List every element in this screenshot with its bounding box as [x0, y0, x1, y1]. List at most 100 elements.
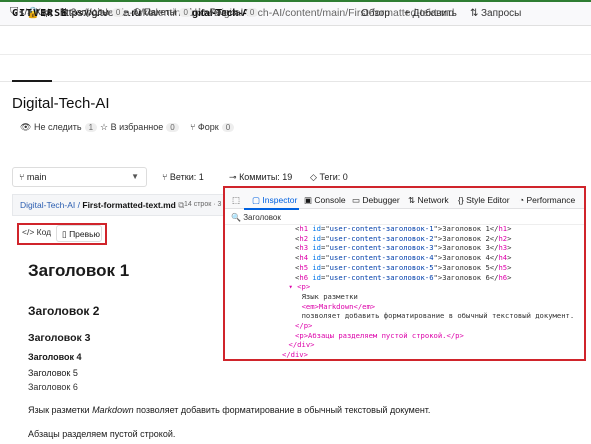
tag-icon: ◇ [310, 172, 317, 182]
dom-tree-line[interactable]: <em>Markdown</em> [302, 302, 376, 311]
dom-tree-text: ▾ <p> [288, 282, 311, 292]
tab-code[interactable]: </> Код [19, 7, 52, 18]
tag-bracket: > [507, 262, 512, 272]
branches-link[interactable]: ⑂ Ветки: 1 [162, 172, 204, 182]
attr-eq: =" [321, 253, 330, 263]
tag-text: Заголовок 4 [442, 253, 490, 263]
dom-tree-line[interactable]: <h1 id="user-content-заголовок-1">Заголо… [295, 224, 511, 233]
dom-tree-line[interactable]: Язык разметки [302, 292, 358, 301]
tag-text: Заголовок 2 [442, 233, 490, 243]
debugger-icon: ▭ [352, 195, 361, 205]
tag-bracket: "> [433, 233, 443, 243]
tag-bracket: "> [433, 253, 443, 263]
dom-tree-line[interactable]: <h5 id="user-content-заголовок-5">Заголо… [295, 263, 511, 272]
dom-tree-line[interactable]: <h4 id="user-content-заголовок-4">Заголо… [295, 253, 511, 262]
file-meta: 14 строк · 3 [184, 201, 222, 208]
tab-inspector[interactable]: ▢ Inspector [252, 195, 297, 206]
eye-icon: 👁 [20, 122, 32, 132]
file-path: Digital-Tech-AI / First-formatted-text.m… [20, 200, 185, 210]
add-button[interactable]: + Добавить [404, 8, 457, 19]
fork-button[interactable]: ⑂ Форк 0 [190, 122, 235, 132]
commits-link[interactable]: ⊸ Коммиты: 19 [229, 172, 292, 183]
tab-debugger[interactable]: ▭ Debugger [352, 195, 400, 206]
tags-link[interactable]: ◇ Теги: 0 [310, 172, 348, 183]
dom-tree-line[interactable]: <p>Абзацы разделяем пустой строкой.</p> [295, 331, 464, 340]
dom-tree-line[interactable]: <h2 id="user-content-заголовок-2">Заголо… [295, 234, 511, 243]
dom-tree-text: <p>Абзацы разделяем пустой строкой.</p> [295, 330, 464, 340]
tab-releases[interactable]: ◇ Релизы 0 [200, 7, 259, 18]
tag-text: Заголовок 3 [442, 243, 490, 253]
tag-icon: ◇ [200, 7, 208, 18]
branch-icon: ⑂ [19, 172, 25, 182]
chevron-down-icon: ▼ [131, 172, 139, 181]
tag-name: h3 [299, 243, 309, 253]
attr-name: id [308, 262, 322, 272]
dom-tree-line[interactable]: ▾ <p> [289, 282, 311, 291]
star-button[interactable]: ☆ В избранное 0 [100, 122, 179, 133]
dom-tree-line[interactable]: позволяет добавить форматирование в обыч… [302, 311, 575, 320]
attr-value: user-content-заголовок-5 [329, 262, 434, 272]
code-view-button[interactable]: </> Код [22, 227, 51, 237]
repo-tabs [0, 58, 591, 82]
tag-name: h4 [498, 253, 508, 263]
attr-value: user-content-заголовок-1 [329, 224, 434, 233]
file-path-repo-link[interactable]: Digital-Tech-AI [20, 200, 75, 210]
preview-heading-5: Заголовок 5 [28, 368, 78, 378]
commit-icon: ⊸ [229, 172, 237, 182]
network-icon: ⇅ [408, 195, 416, 205]
tag-name: h5 [299, 262, 309, 272]
preview-button[interactable]: ▯ Превью [56, 225, 102, 242]
dom-tree-line[interactable]: </div> [289, 340, 315, 349]
code-icon: </> [22, 227, 35, 237]
pull-request-icon: ⇅ [60, 7, 68, 18]
attr-value: user-content-заголовок-4 [329, 253, 434, 263]
tab-network[interactable]: ⇅ Network [408, 195, 449, 206]
dom-tree-text: Язык разметки [301, 291, 358, 301]
search-icon: 🔍 [231, 213, 241, 222]
dom-tree-line[interactable]: <h3 id="user-content-заголовок-3">Заголо… [295, 243, 511, 252]
preview-paragraph-2: Абзацы разделяем пустой строкой. [28, 429, 176, 439]
fork-icon: ⑂ [190, 122, 196, 132]
performance-icon: ◔ [519, 195, 525, 205]
tab-requests[interactable]: ⇅ Запросы 0 [60, 7, 125, 18]
dom-tree-line[interactable]: <h6 id="user-content-заголовок-6">Заголо… [295, 273, 511, 282]
attr-value: user-content-заголовок-2 [329, 233, 434, 243]
attr-name: id [308, 272, 322, 282]
dom-tree-line[interactable]: </p> [295, 321, 312, 330]
tab-console[interactable]: ▣ Console [304, 195, 346, 206]
file-icon: ▯ [62, 229, 67, 239]
dom-tree-text: <em>Markdown</em> [301, 301, 376, 311]
page-load-indicator [0, 0, 591, 2]
preview-heading-3: Заголовок 3 [28, 332, 91, 344]
tab-packages[interactable]: ⬡ Пакеты 0 [133, 7, 192, 18]
tab-performance[interactable]: ◔ Performance [519, 195, 575, 205]
element-picker-icon[interactable]: ⬚ [232, 195, 240, 206]
tag-text: Заголовок 1 [442, 224, 490, 233]
tab-style-editor[interactable]: {} Style Editor [458, 195, 510, 205]
star-icon: ☆ [100, 122, 109, 132]
repo-title: Digital-Tech-AI [12, 95, 110, 112]
attr-value: user-content-заголовок-6 [329, 272, 434, 282]
attr-eq: =" [321, 243, 330, 253]
preview-heading-1: Заголовок 1 [28, 261, 130, 280]
tag-bracket: "> [433, 224, 443, 233]
inspector-icon: ▢ [252, 195, 261, 205]
attr-name: id [308, 253, 322, 263]
requests-icon: ⇅ [470, 8, 479, 19]
dom-tree-text: </div> [282, 350, 308, 360]
requests-link[interactable]: Запросы [481, 8, 521, 19]
code-icon: </> [19, 7, 33, 18]
watch-button[interactable]: 👁 Не следить 1 [20, 122, 98, 133]
console-icon: ▣ [304, 195, 313, 205]
branch-selector[interactable]: ⑂ main ▼ [12, 167, 147, 187]
tag-name: h3 [498, 243, 508, 253]
tag-name: h6 [498, 272, 508, 282]
tag-bracket: > [507, 233, 512, 243]
attr-eq: =" [321, 262, 330, 272]
tag-bracket: > [507, 253, 512, 263]
overview-link[interactable]: Обзор [361, 8, 390, 19]
active-tab-indicator [12, 80, 52, 82]
tag-bracket: > [507, 224, 512, 233]
devtools-search-input[interactable]: 🔍 Заголовок [231, 213, 281, 222]
dom-tree-line[interactable]: </div> [282, 350, 308, 359]
